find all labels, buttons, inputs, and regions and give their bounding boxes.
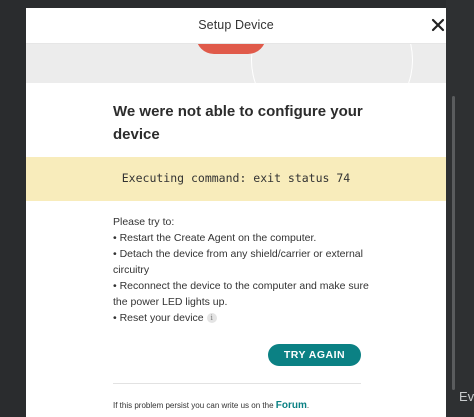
- backdrop-scrollbar[interactable]: [452, 96, 455, 390]
- instructions-intro: Please try to:: [113, 216, 175, 228]
- close-button[interactable]: [430, 17, 446, 33]
- footer-period: .: [306, 401, 310, 410]
- footer-text: If this problem persist you can write us…: [113, 401, 276, 410]
- reset-instruction-text: • Reset your device: [113, 312, 204, 324]
- backdrop-right: [446, 0, 474, 417]
- info-icon[interactable]: i: [206, 313, 217, 324]
- error-heading: We were not able to configure your devic…: [113, 103, 363, 143]
- forum-link[interactable]: Forum: [276, 400, 307, 411]
- instruction-item: • Reset your device i: [113, 310, 375, 326]
- device-illustration-banner: [26, 44, 446, 83]
- troubleshooting-instructions: Please try to: • Restart the Create Agen…: [113, 214, 375, 326]
- close-icon: [431, 18, 445, 32]
- modal-title: Setup Device: [198, 18, 274, 32]
- error-message-box: Executing command: exit status 74: [26, 157, 446, 201]
- setup-device-modal: Setup Device We were not able to configu…: [26, 8, 446, 417]
- modal-footer: If this problem persist you can write us…: [113, 400, 393, 411]
- footer-divider: [113, 383, 361, 384]
- backdrop-left: [0, 0, 26, 417]
- modal-header: Setup Device: [26, 8, 446, 44]
- error-message: Executing command: exit status 74: [121, 171, 351, 185]
- try-again-button[interactable]: TRY AGAIN: [268, 344, 361, 366]
- banner-decoration-curve: [251, 44, 413, 83]
- backdrop-top: [0, 0, 474, 8]
- instruction-item: • Detach the device from any shield/carr…: [113, 248, 363, 276]
- backdrop-edge-text: Ev: [459, 389, 474, 404]
- instruction-item: • Reconnect the device to the computer a…: [113, 280, 369, 308]
- instruction-item: • Restart the Create Agent on the comput…: [113, 232, 317, 244]
